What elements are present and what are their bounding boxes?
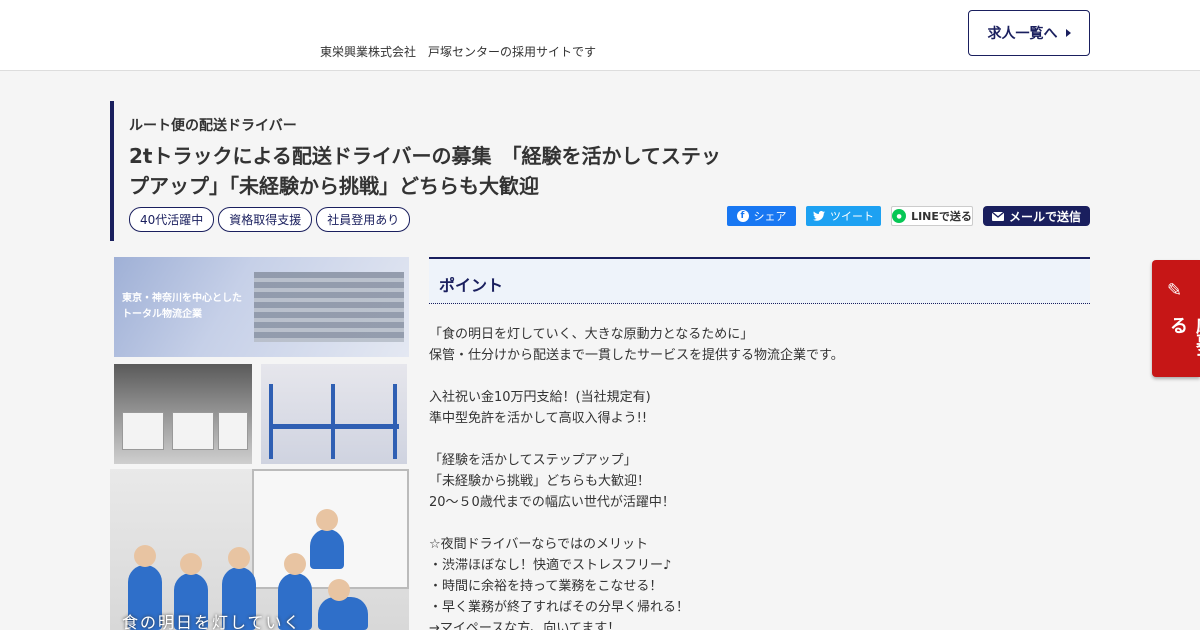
twitter-share-label: ツイート <box>830 210 874 223</box>
body-line: 「経験を活かしてステップアップ」 <box>429 453 637 468</box>
job-list-label: 求人一覧へ <box>987 26 1058 42</box>
body-line: 「未経験から挑戦」どちらも大歓迎！ <box>429 474 651 489</box>
building-photo: 東京・神奈川を中心とした トータル物流企業 <box>114 257 409 357</box>
staff-face <box>316 509 338 531</box>
building-photo-caption: 東京・神奈川を中心とした トータル物流企業 <box>122 293 242 320</box>
line-share-label: LINEで送る <box>911 210 972 223</box>
warehouse-building <box>254 272 404 342</box>
body-line: ・早く業務が終了すればその分早く帰れる！ <box>429 600 690 615</box>
rack-post <box>269 384 273 459</box>
job-list-button[interactable]: 求人一覧へ <box>968 10 1090 56</box>
truck-shape <box>172 412 214 450</box>
body-line: ☆夜間ドライバーならではのメリット <box>429 537 649 552</box>
pencil-icon: ✎ <box>1167 280 1183 301</box>
staff-face <box>228 547 250 569</box>
staff-face <box>328 579 350 601</box>
staff-face <box>180 553 202 575</box>
body-line: ・時間に余裕を持って業務をこなせる！ <box>429 579 663 594</box>
body-line: 20～５0歳代までの幅広い世代が活躍中！ <box>429 495 675 510</box>
body-line <box>429 366 1090 387</box>
apply-label: 応募する <box>1167 316 1200 367</box>
truck-shape <box>122 412 164 450</box>
mail-share-button[interactable]: メールで送信 <box>983 206 1090 226</box>
facebook-share-button[interactable]: f シェア <box>727 206 796 226</box>
body-line: ・渋滞ほぼなし！快適でストレスフリー♪ <box>429 558 672 573</box>
arrow-right-icon <box>1065 29 1071 37</box>
point-header: ポイント <box>429 257 1090 304</box>
facebook-icon: f <box>736 210 749 222</box>
warehouse-photo <box>261 364 407 464</box>
twitter-bird-icon <box>813 211 825 221</box>
line-icon: ● <box>892 209 907 223</box>
staff-face <box>284 553 306 575</box>
job-title-block: ルート便の配送ドライバー 2tトラックによる配送ドライバーの募集 「経験を活かし… <box>110 101 730 241</box>
line-share-button[interactable]: ● LINEで送る <box>891 206 973 226</box>
tag-40s[interactable]: 40代活躍中 <box>129 207 215 232</box>
mail-share-label: メールで送信 <box>1008 209 1081 224</box>
facebook-share-label: シェア <box>753 210 787 223</box>
apply-button[interactable]: ✎ 応募する <box>1152 260 1200 377</box>
rack-post <box>393 384 397 459</box>
mail-icon <box>991 211 1004 221</box>
tag-employee[interactable]: 社員登用あり <box>316 207 411 232</box>
job-tags: 40代活躍中 資格取得支援 社員登用あり <box>129 207 730 232</box>
body-line: →マイペースな方、向いてます！ <box>429 621 621 630</box>
point-title: ポイント <box>439 276 504 295</box>
job-title: 2tトラックによる配送ドライバーの募集 「経験を活かしてステップアップ」「未経験… <box>129 144 721 198</box>
body-line <box>429 429 1090 450</box>
body-line: 保管・仕分けから配送まで一貫したサービスを提供する物流企業です。 <box>429 348 844 363</box>
job-category: ルート便の配送ドライバー <box>129 118 297 134</box>
staff-member <box>318 597 368 630</box>
trucks-photo <box>114 364 252 464</box>
tag-qualification[interactable]: 資格取得支援 <box>218 207 313 232</box>
point-body: 「食の明日を灯していく、大きな原動力となるために」 保管・仕分けから配送まで一貫… <box>429 324 1090 630</box>
truck-shape <box>218 412 248 450</box>
staff-photo: 食の明日を灯していく <box>110 469 409 630</box>
site-header: 東栄興業株式会社 戸塚センターの採用サイトです 求人一覧へ <box>0 0 1200 71</box>
staff-face <box>134 545 156 567</box>
twitter-share-button[interactable]: ツイート <box>806 206 881 226</box>
rack-post <box>331 384 335 459</box>
job-images: 東京・神奈川を中心とした トータル物流企業 食の明日を灯していく <box>110 257 409 630</box>
body-line <box>429 513 1090 534</box>
staff-photo-caption: 食の明日を灯していく <box>122 613 302 630</box>
site-tagline: 東栄興業株式会社 戸塚センターの採用サイトです <box>320 45 597 59</box>
body-line: 「食の明日を灯していく、大きな原動力となるために」 <box>429 327 754 342</box>
staff-member <box>310 529 344 569</box>
body-line: 準中型免許を活かして高収入得よう!! <box>429 411 648 426</box>
body-line: 入社祝い金10万円支給！(当社規定有) <box>429 390 651 405</box>
